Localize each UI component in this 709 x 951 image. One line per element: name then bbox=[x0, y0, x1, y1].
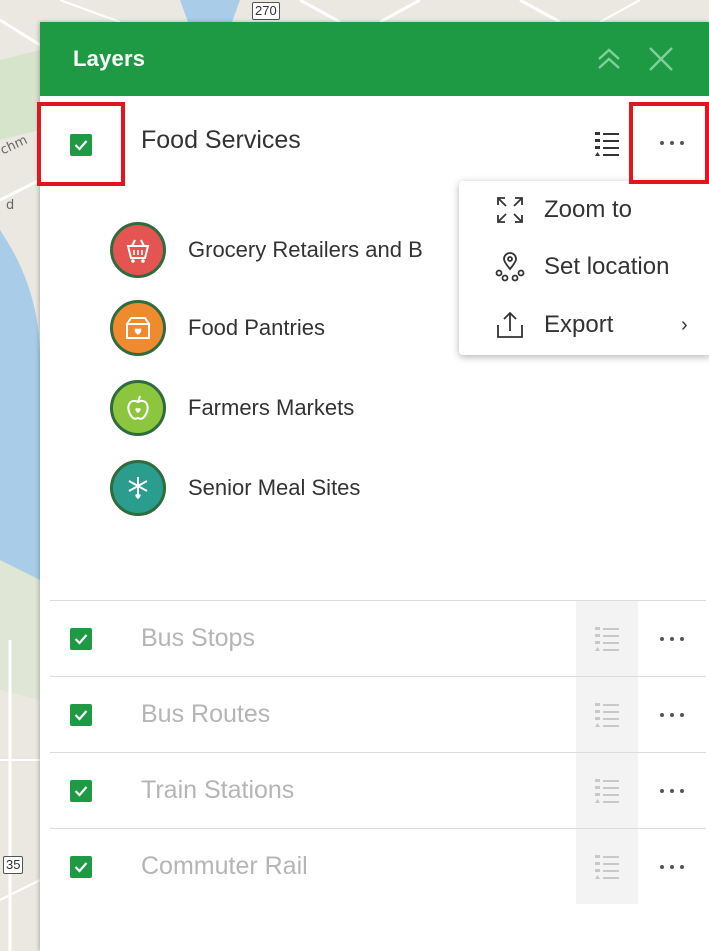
layer-checkbox-food-services[interactable] bbox=[70, 134, 92, 156]
legend-list-icon bbox=[595, 132, 619, 156]
layer-row-food-services: Food Services bbox=[40, 104, 709, 180]
more-options-button-bus-routes[interactable] bbox=[652, 700, 692, 730]
map-place-label-d: d bbox=[6, 198, 15, 213]
export-icon bbox=[493, 308, 527, 342]
checkmark-icon bbox=[74, 710, 88, 721]
menu-label-export: Export bbox=[544, 311, 614, 338]
legend-list-icon bbox=[595, 778, 619, 803]
more-options-button-commuter-rail[interactable] bbox=[652, 852, 692, 882]
dot bbox=[670, 789, 674, 793]
submenu-chevron-icon: › bbox=[681, 313, 688, 336]
legend-label: Grocery Retailers and B bbox=[188, 237, 423, 262]
panel-header: Layers bbox=[40, 22, 709, 96]
dot bbox=[670, 713, 674, 717]
layer-checkbox-bus-stops[interactable] bbox=[70, 628, 92, 650]
legend-list-icon bbox=[595, 626, 619, 651]
legend-list-icon bbox=[595, 702, 619, 727]
dot bbox=[680, 865, 684, 869]
layer-name-food-services[interactable]: Food Services bbox=[141, 126, 301, 155]
legend-item-food-pantries: Food Pantries bbox=[110, 298, 325, 358]
dot bbox=[660, 637, 664, 641]
legend-item-grocery: Grocery Retailers and B bbox=[110, 220, 423, 280]
collapse-button[interactable] bbox=[592, 40, 626, 78]
shopping-basket-icon bbox=[110, 222, 166, 278]
zoom-to-icon bbox=[493, 193, 527, 227]
menu-label-set-location: Set location bbox=[544, 253, 670, 280]
dot bbox=[670, 865, 674, 869]
apple-icon bbox=[110, 380, 166, 436]
legend-toggle-button-bus-stops[interactable] bbox=[576, 601, 638, 676]
layer-name-commuter-rail[interactable]: Commuter Rail bbox=[141, 852, 308, 881]
layer-name-train-stations[interactable]: Train Stations bbox=[141, 776, 294, 805]
legend-label: Farmers Markets bbox=[188, 395, 355, 420]
layer-name-bus-stops[interactable]: Bus Stops bbox=[141, 624, 255, 653]
dot bbox=[670, 637, 674, 641]
checkmark-icon bbox=[74, 786, 88, 797]
menu-item-export[interactable]: Export › bbox=[459, 296, 709, 354]
layers-panel: Layers Food Services Grocery Retailers a… bbox=[40, 22, 709, 951]
legend-label: Food Pantries bbox=[188, 315, 325, 340]
legend-toggle-button-food-services[interactable] bbox=[576, 122, 638, 166]
dot bbox=[660, 789, 664, 793]
close-icon bbox=[649, 47, 673, 71]
highway-shield-35: 35 bbox=[3, 856, 24, 874]
dot bbox=[660, 713, 664, 717]
close-button[interactable] bbox=[644, 40, 678, 78]
more-options-button-food-services[interactable] bbox=[652, 128, 692, 158]
layer-row-train-stations: Train Stations bbox=[40, 753, 709, 829]
set-location-icon bbox=[493, 250, 527, 284]
dot bbox=[660, 141, 664, 145]
layer-checkbox-train-stations[interactable] bbox=[70, 780, 92, 802]
dot bbox=[660, 865, 664, 869]
utensils-icon bbox=[110, 460, 166, 516]
layer-checkbox-bus-routes[interactable] bbox=[70, 704, 92, 726]
dot bbox=[680, 789, 684, 793]
layer-checkbox-commuter-rail[interactable] bbox=[70, 856, 92, 878]
dot bbox=[680, 141, 684, 145]
more-options-button-bus-stops[interactable] bbox=[652, 624, 692, 654]
dot bbox=[670, 141, 674, 145]
legend-list-icon bbox=[595, 854, 619, 879]
checkmark-icon bbox=[74, 140, 88, 151]
legend-label: Senior Meal Sites bbox=[188, 475, 361, 500]
legend-toggle-button-commuter-rail[interactable] bbox=[576, 829, 638, 904]
legend-toggle-button-bus-routes[interactable] bbox=[576, 677, 638, 752]
checkmark-icon bbox=[74, 862, 88, 873]
panel-title: Layers bbox=[73, 46, 146, 71]
layer-row-commuter-rail: Commuter Rail bbox=[40, 829, 709, 905]
more-options-button-train-stations[interactable] bbox=[652, 776, 692, 806]
menu-item-zoom-to[interactable]: Zoom to bbox=[459, 181, 709, 239]
highway-shield-270: 270 bbox=[252, 2, 280, 20]
layer-name-bus-routes[interactable]: Bus Routes bbox=[141, 700, 270, 729]
double-chevron-up-icon bbox=[598, 48, 620, 69]
legend-toggle-button-train-stations[interactable] bbox=[576, 753, 638, 828]
legend-item-senior-meal-sites: Senior Meal Sites bbox=[110, 458, 360, 518]
checkmark-icon bbox=[74, 634, 88, 645]
dot bbox=[680, 713, 684, 717]
legend-item-farmers-markets: Farmers Markets bbox=[110, 378, 354, 438]
menu-label-zoom-to: Zoom to bbox=[544, 196, 633, 223]
food-box-icon bbox=[110, 300, 166, 356]
layer-row-bus-routes: Bus Routes bbox=[40, 677, 709, 753]
menu-item-set-location[interactable]: Set location bbox=[459, 238, 709, 296]
dot bbox=[680, 637, 684, 641]
layer-options-menu: Zoom to Set location Export › bbox=[459, 181, 709, 355]
layer-row-bus-stops: Bus Stops bbox=[40, 601, 709, 677]
